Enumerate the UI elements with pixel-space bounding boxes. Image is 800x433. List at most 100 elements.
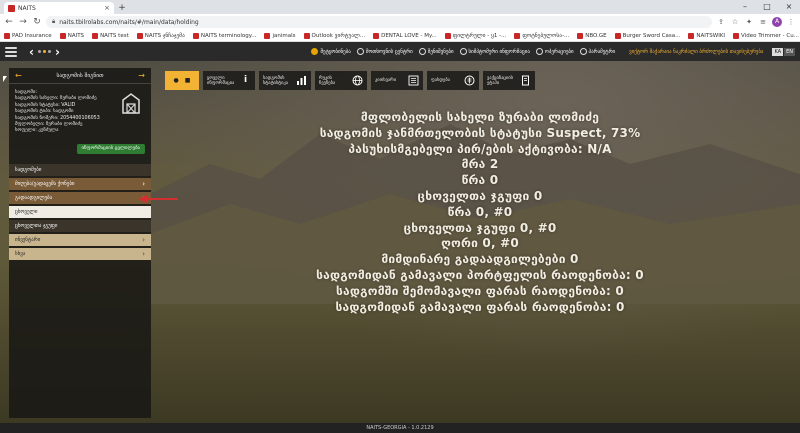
bookmark-favicon-icon — [92, 32, 99, 39]
bookmark-favicon-icon — [688, 32, 695, 39]
info-count-line: ცხოველთა ჯგუფი 0, #0 — [403, 220, 557, 235]
lock-icon[interactable]: 🔒︎ — [52, 18, 55, 26]
new-tab-button[interactable]: + — [116, 2, 128, 14]
app-viewport: ‹ › შეტყობინება მოთხოვნის ცენტრი შენიშვნ… — [0, 42, 800, 433]
carousel-pager: ‹ › — [29, 45, 60, 59]
toolbar-vaccination[interactable]: ვაქცინაციის ეტაპი — [483, 71, 535, 90]
bookmark-item[interactable]: DENTAL LOVE - My... — [373, 32, 437, 39]
lang-ka[interactable]: KA — [772, 47, 784, 56]
info-count-line: ცხოველთა ჯგუფი 0 — [417, 188, 543, 203]
document-icon — [522, 75, 529, 86]
help-icon — [356, 48, 364, 55]
browser-tab[interactable]: NAITS × — [4, 2, 114, 14]
bookmark-item[interactable]: NAITS terminology... — [192, 32, 256, 39]
profile-avatar[interactable]: A — [772, 17, 782, 27]
bookmark-favicon-icon — [577, 32, 584, 39]
bookmark-favicon-icon — [614, 32, 621, 39]
reload-icon[interactable]: ↻ — [32, 17, 42, 27]
close-tab-icon[interactable]: × — [104, 4, 110, 12]
bookmark-item[interactable]: NAITS ჯნჩაჯემა — [136, 32, 185, 39]
info-health-status: სადგომის ჯანმრთელობის სტატუსი Suspect, 7… — [319, 125, 641, 140]
sidebar-item-animal-groups[interactable]: ცხოველთა ჯგუფი — [9, 220, 151, 232]
lang-en[interactable]: EN — [784, 47, 795, 56]
sidebar-item-movements[interactable]: გადაადგილება› — [9, 192, 151, 204]
sidebar-item-animals[interactable]: ცხოველი — [9, 206, 151, 218]
bookmark-item[interactable]: janimals — [264, 32, 296, 39]
sidebar-item-holdings[interactable]: სადგომები — [9, 164, 151, 176]
minimize-icon[interactable]: – — [734, 0, 756, 14]
bookmark-star-icon[interactable]: ☆ — [730, 18, 740, 26]
bookmark-favicon-icon — [136, 32, 143, 39]
extensions-icon[interactable]: ✦ — [744, 18, 754, 26]
top-menu-info[interactable]: სიმპტომური ინფორმაცია — [459, 48, 530, 55]
share-icon[interactable]: ⇪ — [716, 18, 726, 26]
bookmarks-bar: PAD Insurance NAITS NAITS test NAITS ჯნჩ… — [0, 30, 800, 42]
url-input[interactable]: 🔒︎ naits.tbilrolabs.com/naits/#/main/dat… — [46, 16, 712, 28]
sidebar-item-inventory[interactable]: ინვენტარი › — [9, 234, 151, 246]
info-count-line: მრა 2 — [461, 157, 499, 172]
top-menu-settings[interactable]: პარამეტრი — [579, 48, 615, 55]
bookmark-favicon-icon — [373, 32, 380, 39]
bookmark-item[interactable]: PAD Insurance — [4, 32, 52, 39]
bookmark-favicon-icon — [303, 32, 310, 39]
bookmark-item[interactable]: NAITSWIKI — [688, 32, 725, 39]
holding-summary: სადგომი: სადგომის სახელი: ზურაბი ლომიძე … — [9, 84, 151, 160]
info-owner-name: მფლობელის სახელი ზურაბი ლომიძე — [360, 110, 600, 124]
tab-title: NAITS — [18, 4, 36, 12]
back-icon[interactable]: ← — [4, 17, 14, 27]
info-outgoing-flock: სადგომიდან გამავალი ფარას რაოდენობა: 0 — [335, 299, 625, 314]
toolbar-assessment[interactable]: ფასდება — [427, 71, 479, 90]
maximize-icon[interactable]: □ — [756, 0, 778, 14]
close-window-icon[interactable]: × — [778, 0, 800, 14]
sidebar-forward-arrow-icon[interactable]: → — [138, 71, 145, 80]
globe-icon — [352, 75, 363, 86]
chrome-menu-icon[interactable]: ⋮ — [786, 18, 796, 26]
toolbar-active-button[interactable]: ● ■ — [165, 71, 199, 90]
chevron-right-icon[interactable]: › — [55, 45, 60, 59]
bookmark-item[interactable]: NBO.GE — [577, 32, 607, 39]
top-menu-alerts[interactable]: შეტყობინება — [311, 48, 351, 55]
bookmark-item[interactable]: NAITS — [59, 32, 84, 39]
bookmark-favicon-icon — [264, 32, 271, 39]
top-menu-notes[interactable]: შენიშვნები — [418, 48, 454, 55]
bookmark-item[interactable]: Burger Sword Casa... — [614, 32, 680, 39]
info-i-icon: i — [243, 75, 248, 85]
top-menu-operations[interactable]: ოპერაციები — [535, 48, 574, 55]
bar-chart-icon — [297, 76, 306, 85]
info-outgoing-portfolio: სადგომიდან გამავალი პორტფელის რაოდენობა:… — [316, 267, 644, 282]
app-top-bar: ‹ › შეტყობინება მოთხოვნის ცენტრი შენიშვნ… — [0, 42, 800, 61]
bookmark-favicon-icon — [444, 32, 451, 39]
bookmark-item[interactable]: Outlook ვირტუალ... — [303, 32, 365, 39]
holding-line: სოფელი: კუნძულა — [15, 128, 59, 134]
bookmark-item[interactable]: ფილტრული - ყ1 -... — [444, 32, 506, 39]
sidebar-back-arrow-icon[interactable]: ← — [15, 71, 22, 80]
info-responsible-activity: პასუხისმგებელი პირ/ების აქტივობა: N/A — [348, 141, 612, 156]
edit-holding-info-button[interactable]: ინფორმაციის ცვლილება — [76, 143, 145, 154]
toggle-dot-icon: ● — [173, 77, 179, 84]
forward-icon[interactable]: → — [18, 17, 28, 27]
hamburger-menu-icon[interactable] — [5, 46, 17, 57]
toolbar-statistics[interactable]: სადგომის სტატისტიკა — [259, 71, 311, 90]
chevron-left-icon[interactable]: ‹ — [29, 45, 34, 59]
bookmark-item[interactable]: Video Trimmer - Cu... — [733, 32, 799, 39]
toolbar-general-info[interactable]: ყოველი ინფორმაცია i — [203, 71, 255, 90]
media-icon[interactable]: ≡ — [758, 18, 768, 26]
bookmark-favicon-icon — [59, 32, 66, 39]
current-user[interactable]: ვიქტორ შაქარაია ნაკრძალი ბრძოლების თავის… — [629, 49, 763, 55]
info-icon — [459, 48, 467, 55]
sidebar-item-transfers[interactable]: მიღება/გადაცემა ქონები › — [9, 178, 151, 190]
badge-icon — [464, 75, 475, 86]
bookmark-item[interactable]: NAITS test — [92, 32, 129, 39]
bookmark-item[interactable]: ფოტნებულოსა-... — [514, 32, 569, 39]
sidebar-item-other[interactable]: სხვა › — [9, 248, 151, 260]
mouse-cursor-icon — [3, 76, 7, 82]
toolbar-map[interactable]: რუკის ჩვენება — [315, 71, 367, 90]
toolbar-questionnaire[interactable]: კითხვარი — [371, 71, 423, 90]
tab-strip: NAITS × + – □ × — [0, 0, 800, 14]
info-count-line: წრა 0, #0 — [447, 204, 513, 219]
info-count-line: წრა 0 — [461, 173, 499, 188]
sidebar-menu: სადგომები მიღება/გადაცემა ქონები › გადაად… — [9, 164, 151, 260]
bookmark-favicon-icon — [4, 32, 10, 39]
chevron-right-icon: › — [142, 180, 145, 188]
top-menu-help[interactable]: მოთხოვნის ცენტრი — [356, 48, 413, 55]
